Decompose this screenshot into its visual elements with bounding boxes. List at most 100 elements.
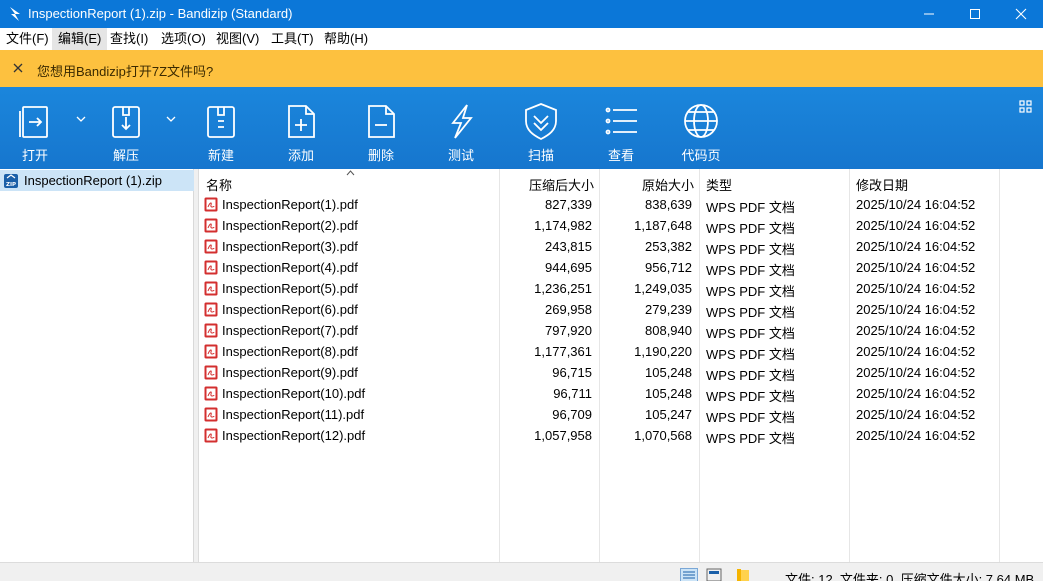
close-button[interactable] xyxy=(998,0,1043,28)
extract-button[interactable]: 解压 xyxy=(91,87,161,169)
file-row[interactable]: InspectionReport(12).pdf 1,057,958 1,070,5… xyxy=(200,425,1000,446)
file-original-size: 1,187,648 xyxy=(634,218,692,233)
file-row[interactable]: InspectionReport(2).pdf 1,174,982 1,187,64… xyxy=(200,215,1000,236)
file-modified: 2025/10/24 16:04:52 xyxy=(856,239,976,254)
codepage-label: 代码页 xyxy=(681,148,721,163)
bandizip-logo-icon xyxy=(10,7,20,21)
file-modified: 2025/10/24 16:04:52 xyxy=(856,407,976,422)
file-name: InspectionReport(7).pdf xyxy=(222,323,358,338)
extract-dropdown-arrow-icon[interactable] xyxy=(166,115,176,123)
file-type: WPS PDF 文档 xyxy=(706,368,795,383)
pdf-file-icon xyxy=(204,218,218,233)
add-button[interactable]: 添加 xyxy=(266,87,336,169)
pane-splitter[interactable] xyxy=(194,169,199,562)
file-name: InspectionReport(5).pdf xyxy=(222,281,358,296)
zip-file-icon: ZIP xyxy=(4,174,18,188)
file-type: WPS PDF 文档 xyxy=(706,263,795,278)
file-modified: 2025/10/24 16:04:52 xyxy=(856,386,976,401)
title-bar: InspectionReport (1).zip - Bandizip (Sta… xyxy=(0,0,1043,28)
file-compressed-size: 243,815 xyxy=(545,239,592,254)
file-compressed-size: 1,174,982 xyxy=(534,218,592,233)
file-original-size: 253,382 xyxy=(645,239,692,254)
maximize-icon xyxy=(970,9,980,19)
menu-tools[interactable]: 工具(T) xyxy=(265,28,320,50)
open-button[interactable]: 打开 xyxy=(0,87,70,169)
file-modified: 2025/10/24 16:04:52 xyxy=(856,281,976,296)
close-icon xyxy=(1015,8,1027,20)
delete-file-icon xyxy=(368,105,395,138)
delete-button[interactable]: 删除 xyxy=(346,87,416,169)
notice-close-icon[interactable] xyxy=(11,61,25,75)
file-type: WPS PDF 文档 xyxy=(706,389,795,404)
file-name: InspectionReport(12).pdf xyxy=(222,428,366,443)
archive-tree: ZIP InspectionReport (1).zip xyxy=(0,169,194,562)
pdf-file-icon xyxy=(204,323,218,338)
menu-options[interactable]: 选项(O) xyxy=(155,28,212,50)
file-row[interactable]: InspectionReport(8).pdf 1,177,361 1,190,22… xyxy=(200,341,1000,362)
file-row[interactable]: InspectionReport(5).pdf 1,236,251 1,249,03… xyxy=(200,278,1000,299)
notice-message: 您想用Bandizip打开7Z文件吗? xyxy=(37,64,214,79)
file-row[interactable]: InspectionReport(10).pdf 96,711 105,248 WPS… xyxy=(200,383,1000,404)
file-type: WPS PDF 文档 xyxy=(706,347,795,362)
new-button[interactable]: 新建 xyxy=(186,87,256,169)
file-compressed-size: 1,236,251 xyxy=(534,281,592,296)
tree-item-archive[interactable]: ZIP InspectionReport (1).zip xyxy=(0,170,194,191)
file-original-size: 279,239 xyxy=(645,302,692,317)
maximize-button[interactable] xyxy=(952,0,998,28)
menu-help[interactable]: 帮助(H) xyxy=(318,28,374,50)
scan-button[interactable]: 扫描 xyxy=(506,87,576,169)
view-button[interactable]: 查看 xyxy=(586,87,656,169)
tree-archive-label: InspectionReport (1).zip xyxy=(24,173,163,188)
file-row[interactable]: InspectionReport(11).pdf 96,709 105,247 WPS… xyxy=(200,404,1000,425)
grid-icon[interactable] xyxy=(1019,100,1033,114)
file-type: WPS PDF 文档 xyxy=(706,284,795,299)
file-compressed-size: 96,711 xyxy=(553,386,592,401)
file-row[interactable]: InspectionReport(1).pdf 827,339 838,639 WPS… xyxy=(200,194,1000,215)
list-view-icon[interactable] xyxy=(706,568,724,581)
file-name: InspectionReport(1).pdf xyxy=(222,197,358,212)
add-label: 添加 xyxy=(287,148,314,163)
notification-bar: 您想用Bandizip打开7Z文件吗? xyxy=(0,50,1043,87)
file-original-size: 1,190,220 xyxy=(634,344,692,359)
menu-file[interactable]: 文件(F) xyxy=(0,28,55,50)
delete-label: 删除 xyxy=(367,148,394,163)
open-archive-icon xyxy=(19,106,48,138)
file-row[interactable]: InspectionReport(6).pdf 269,958 279,239 WPS… xyxy=(200,299,1000,320)
new-archive-icon xyxy=(207,106,235,138)
codepage-button[interactable]: 代码页 xyxy=(666,87,736,169)
open-dropdown-arrow-icon[interactable] xyxy=(76,115,86,123)
menu-view[interactable]: 视图(V) xyxy=(210,28,265,50)
file-row[interactable]: InspectionReport(3).pdf 243,815 253,382 WPS… xyxy=(200,236,1000,257)
open-label: 打开 xyxy=(21,148,48,163)
file-name: InspectionReport(11).pdf xyxy=(222,407,365,422)
file-type: WPS PDF 文档 xyxy=(706,410,795,425)
pdf-file-icon xyxy=(204,365,218,380)
lightning-icon xyxy=(451,104,473,139)
file-original-size: 838,639 xyxy=(645,197,692,212)
file-type: WPS PDF 文档 xyxy=(706,431,795,446)
file-row[interactable]: InspectionReport(7).pdf 797,920 808,940 WPS… xyxy=(200,320,1000,341)
file-original-size: 105,248 xyxy=(645,386,692,401)
menu-bar: 文件(F) 编辑(E) 查找(I) 选项(O) 视图(V) 工具(T) 帮助(H… xyxy=(0,28,1043,50)
details-view-icon[interactable] xyxy=(680,568,698,581)
folder-icon[interactable] xyxy=(736,568,754,581)
test-button[interactable]: 测试 xyxy=(426,87,496,169)
file-compressed-size: 1,177,361 xyxy=(534,344,592,359)
toolbar: 打开 解压 新建 添加 删除 测试 扫描 查看 代码页 xyxy=(0,87,1043,169)
shield-icon xyxy=(525,103,557,141)
file-original-size: 105,248 xyxy=(645,365,692,380)
menu-find[interactable]: 查找(I) xyxy=(104,28,154,50)
file-name: InspectionReport(8).pdf xyxy=(222,344,358,359)
file-row[interactable]: InspectionReport(4).pdf 944,695 956,712 WPS… xyxy=(200,257,1000,278)
file-modified: 2025/10/24 16:04:52 xyxy=(856,428,976,443)
file-row[interactable]: InspectionReport(9).pdf 96,715 105,248 WPS … xyxy=(200,362,1000,383)
file-name: InspectionReport(6).pdf xyxy=(222,302,358,317)
file-type: WPS PDF 文档 xyxy=(706,200,795,215)
file-type: WPS PDF 文档 xyxy=(706,221,795,236)
file-original-size: 1,249,035 xyxy=(634,281,692,296)
file-modified: 2025/10/24 16:04:52 xyxy=(856,197,976,212)
pdf-file-icon xyxy=(204,407,218,422)
menu-edit[interactable]: 编辑(E) xyxy=(52,28,108,50)
add-file-icon xyxy=(288,105,315,138)
minimize-button[interactable] xyxy=(906,0,952,28)
